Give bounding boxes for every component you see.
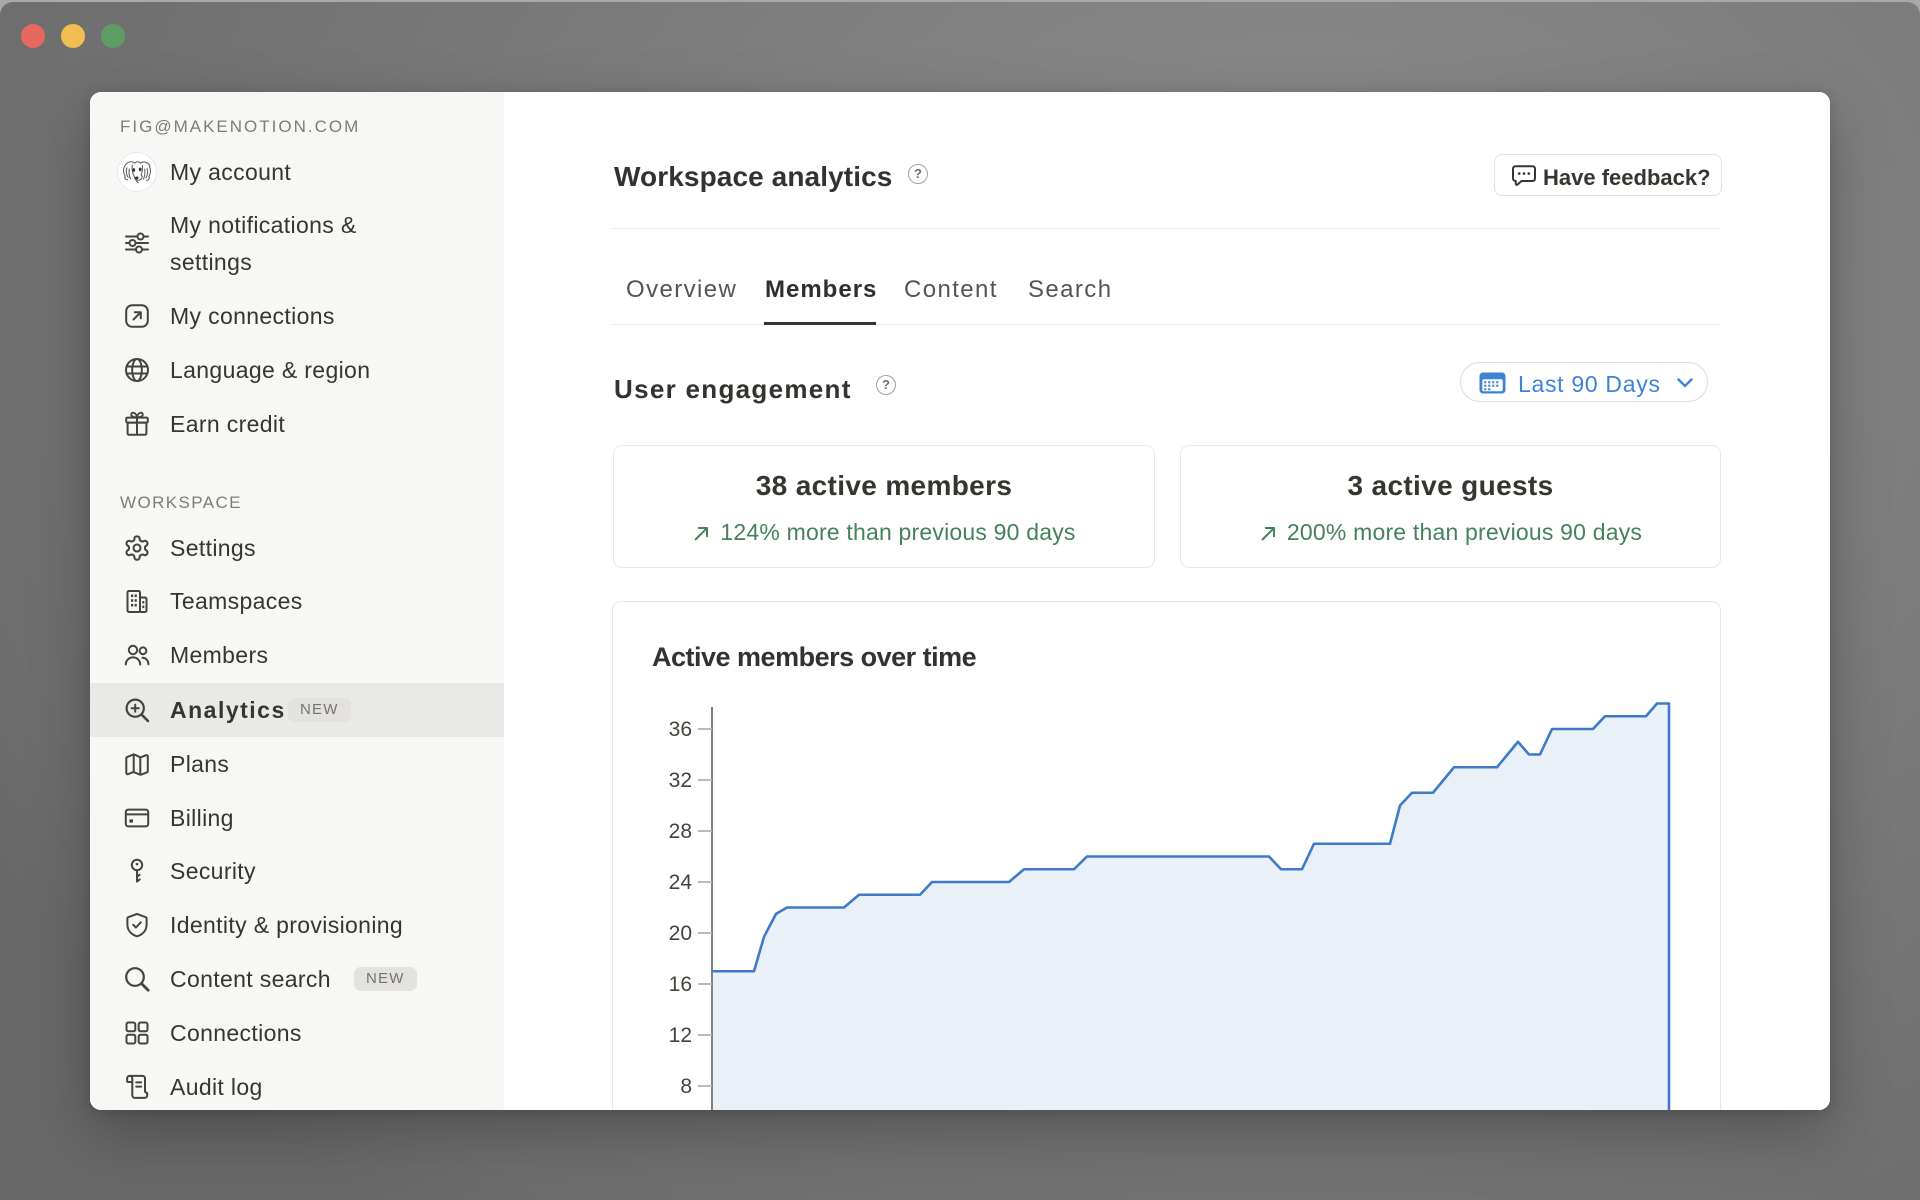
svg-text:28: 28: [669, 820, 692, 843]
svg-text:20: 20: [669, 922, 692, 945]
svg-text:16: 16: [669, 973, 692, 996]
svg-text:8: 8: [680, 1075, 692, 1098]
svg-text:12: 12: [669, 1024, 692, 1047]
svg-text:24: 24: [669, 871, 693, 894]
svg-text:36: 36: [669, 718, 692, 741]
svg-text:32: 32: [669, 769, 692, 792]
